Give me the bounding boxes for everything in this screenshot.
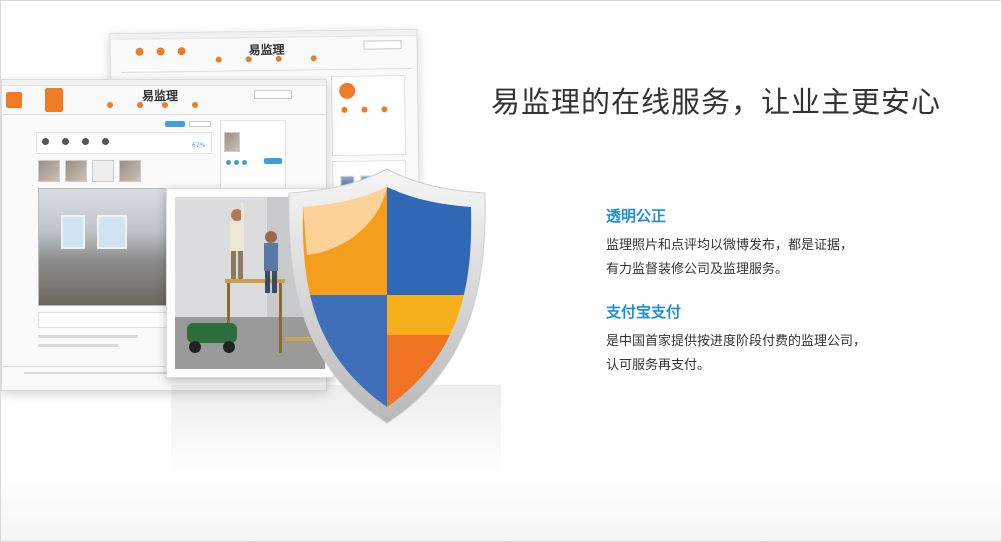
back-menu-icon-1 <box>215 56 222 63</box>
back-menu-icon-3 <box>275 55 282 62</box>
front-side-panel <box>220 120 286 190</box>
front-thumb-4 <box>119 160 141 182</box>
back-nav-icon-3 <box>177 47 186 56</box>
feature-line: 是中国首家提供按进度阶段付费的监理公司， <box>606 334 867 349</box>
front-apply-button <box>254 90 292 99</box>
page-headline: 易监理的在线服务，让业主更安心 <box>491 85 942 119</box>
feature-title: 支付宝支付 <box>606 303 682 321</box>
front-side-photo <box>224 132 240 152</box>
back-apply-button <box>363 40 402 50</box>
feature-line: 认可服务再支付。 <box>606 358 711 373</box>
front-blue-button <box>165 121 185 127</box>
front-room-photo <box>38 188 169 306</box>
shield-icon <box>288 168 486 424</box>
back-menu-icon-2 <box>245 56 252 63</box>
back-nav-icon-1 <box>135 47 144 56</box>
feature-line: 有力监督装修公司及监理服务。 <box>606 262 789 277</box>
feature-line: 监理照片和点评均以微博发布，都是证据， <box>606 238 854 253</box>
front-thumb-1 <box>38 160 60 182</box>
feature-title: 透明公正 <box>606 207 667 225</box>
front-progress-percent: 67% <box>192 142 206 149</box>
page-canvas: 易监理 易监理 67% 易监理的在线服务，让业主更安心 透明公正 监理照片和点评… <box>0 0 1002 542</box>
feature-alipay: 支付宝支付 是中国首家提供按进度阶段付费的监理公司， 认可服务再支付。 <box>606 301 966 378</box>
front-nav-icon-1 <box>6 92 22 108</box>
front-thumb-3 <box>92 160 114 182</box>
back-menu-icon-4 <box>310 55 317 62</box>
front-thumb-2 <box>65 160 87 182</box>
front-nav-active <box>45 88 63 112</box>
back-nav-icon-2 <box>156 47 165 56</box>
front-logo: 易监理 <box>142 89 179 103</box>
back-profile-icon <box>339 82 356 99</box>
feature-transparent: 透明公正 监理照片和点评均以微博发布，都是证据， 有力监督装修公司及监理服务。 <box>606 205 966 282</box>
